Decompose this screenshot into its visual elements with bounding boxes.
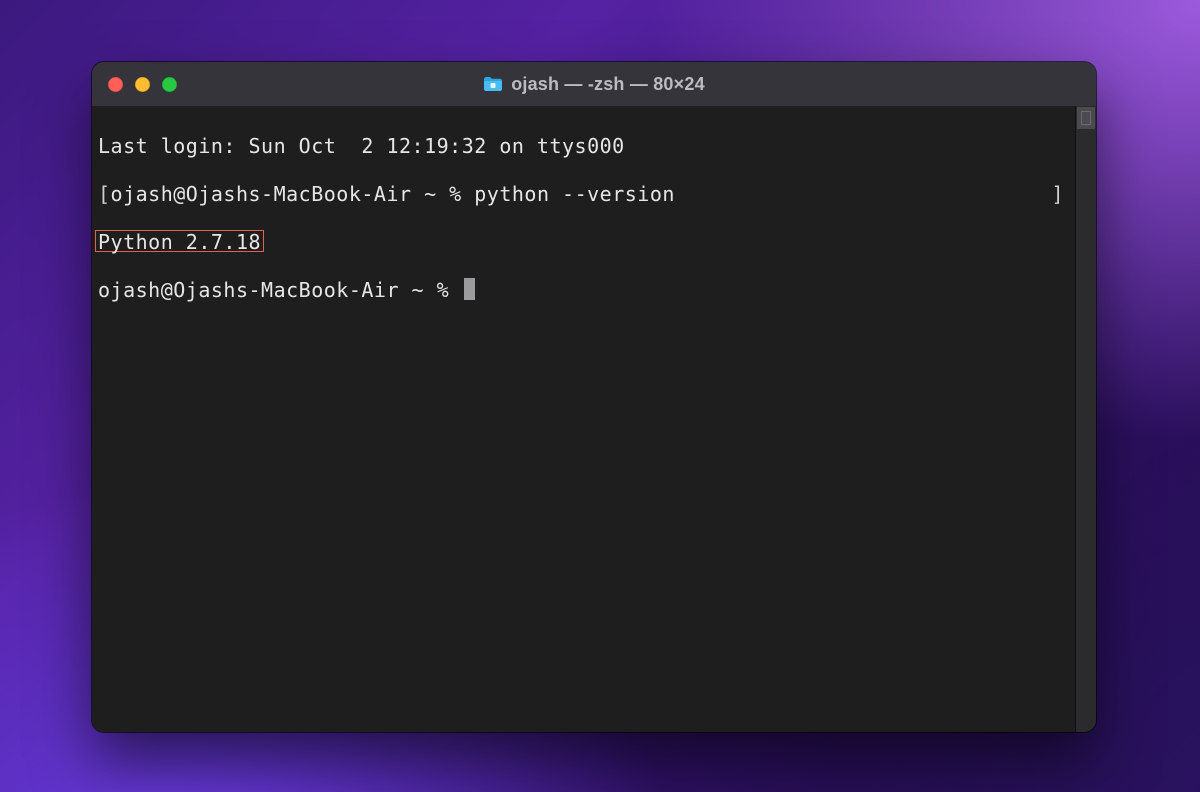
home-folder-icon <box>483 76 503 92</box>
terminal-line-output: Python 2.7.18 <box>98 230 1090 254</box>
terminal-window: ojash — -zsh — 80×24 Last login: Sun Oct… <box>92 62 1096 732</box>
zoom-button[interactable] <box>162 77 177 92</box>
traffic-lights <box>108 62 177 106</box>
window-titlebar[interactable]: ojash — -zsh — 80×24 <box>92 62 1096 107</box>
shell-prompt: ojash@Ojashs-MacBook-Air ~ % <box>111 182 475 206</box>
window-title-text: ojash — -zsh — 80×24 <box>511 74 705 95</box>
entered-command: python --version <box>474 182 675 206</box>
terminal-line-last-login: Last login: Sun Oct 2 12:19:32 on ttys00… <box>98 134 1090 158</box>
annotation-highlight-box: Python 2.7.18 <box>95 230 264 252</box>
text-cursor[interactable] <box>464 278 475 300</box>
scrollbar-track[interactable] <box>1075 106 1096 732</box>
terminal-line-prompt: ojash@Ojashs-MacBook-Air ~ % <box>98 278 1090 302</box>
shell-prompt: ojash@Ojashs-MacBook-Air ~ % <box>98 278 462 302</box>
minimize-button[interactable] <box>135 77 150 92</box>
window-title: ojash — -zsh — 80×24 <box>483 74 705 95</box>
terminal-body[interactable]: Last login: Sun Oct 2 12:19:32 on ttys00… <box>92 106 1096 732</box>
prompt-close-bracket: ] <box>1051 182 1064 206</box>
scrollbar-thumb[interactable] <box>1076 106 1096 130</box>
terminal-line-command: [ojash@Ojashs-MacBook-Air ~ % python --v… <box>98 182 1090 206</box>
close-button[interactable] <box>108 77 123 92</box>
prompt-open-bracket: [ <box>98 182 111 206</box>
